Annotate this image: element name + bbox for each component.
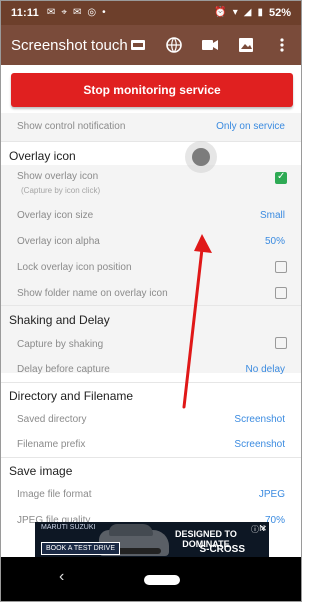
ad-close-icon[interactable]: ✕ xyxy=(260,524,267,533)
system-nav-bar: ‹ xyxy=(1,557,301,601)
home-pill-icon[interactable] xyxy=(144,575,180,585)
ad-headline-line1: DESIGNED TO xyxy=(175,529,237,539)
back-icon[interactable]: ‹ xyxy=(59,568,64,586)
ad-info-icon[interactable]: ⓘ xyxy=(251,524,259,535)
ad-model: S-CROSS xyxy=(199,544,245,555)
ad-brand: MARUTI SUZUKI xyxy=(41,524,96,531)
ad-cta-button[interactable]: BOOK A TEST DRIVE xyxy=(41,542,120,555)
annotation-arrow xyxy=(182,234,212,409)
screen: 11:11 ✉ ⌖ ✉ ◎ • ⏰ ▾ ◢ ▮ 52% Screenshot t… xyxy=(0,0,302,602)
ad-banner[interactable]: MARUTI SUZUKI BOOK A TEST DRIVE DESIGNED… xyxy=(35,522,269,558)
